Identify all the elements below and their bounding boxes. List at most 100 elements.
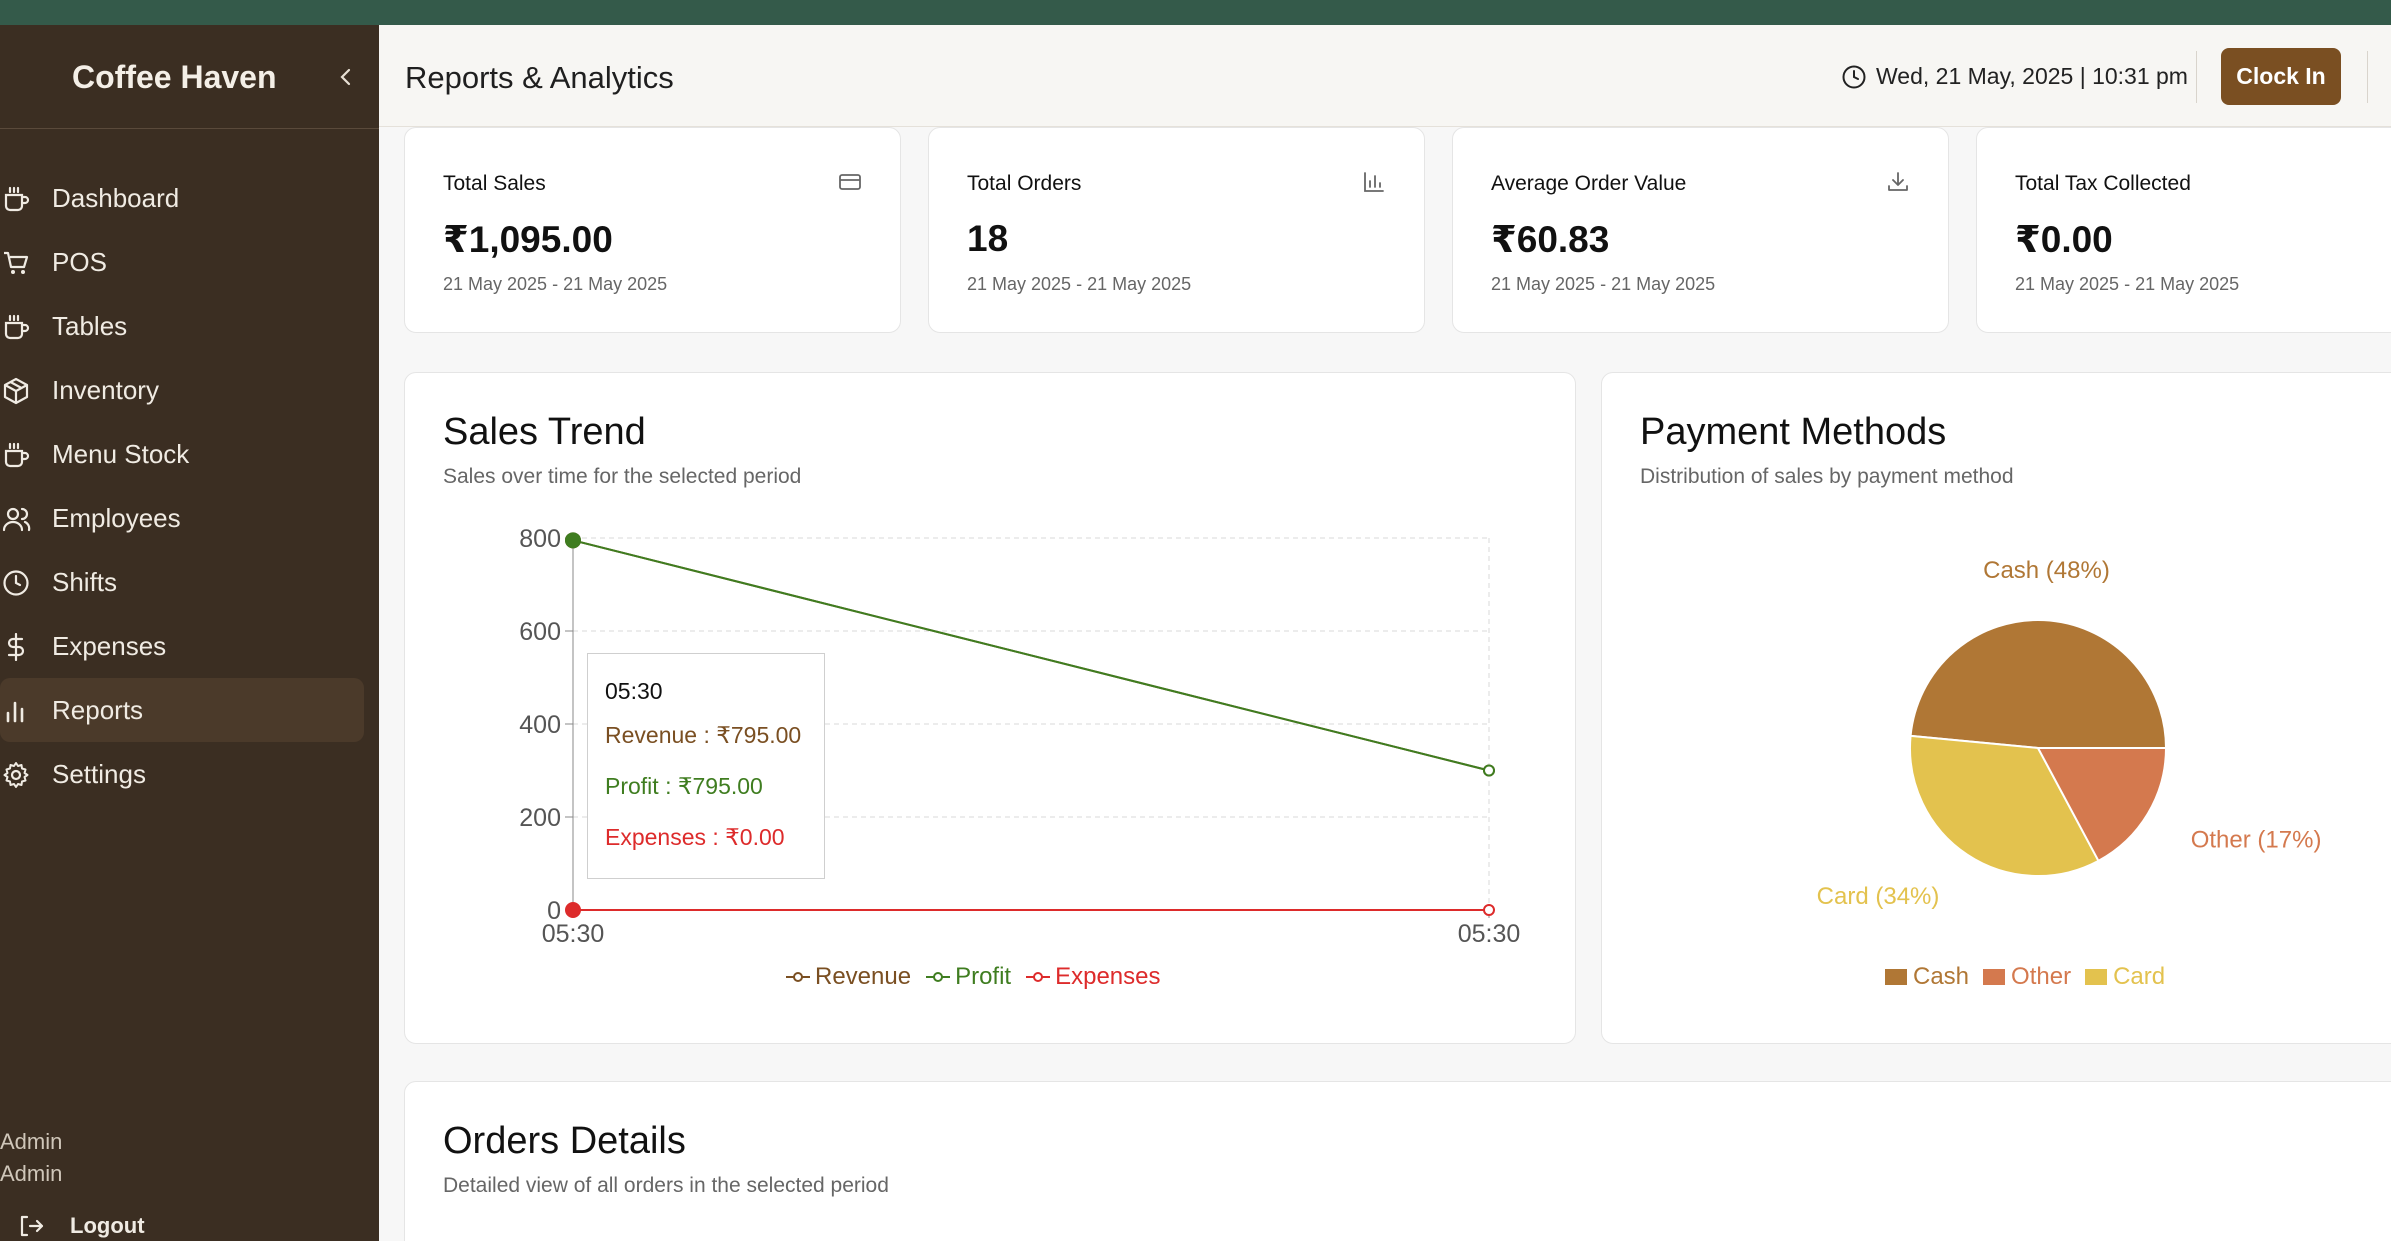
- users-icon: [2, 505, 32, 533]
- sidebar-item-inventory[interactable]: Inventory: [0, 358, 379, 422]
- pie-label-cash: Cash (48%): [1983, 557, 2110, 584]
- logout-icon: [18, 1214, 44, 1238]
- sidebar-item-label: Menu Stock: [52, 438, 190, 469]
- header-divider: [2196, 51, 2197, 103]
- tooltip-revenue: Revenue : ₹795.00: [605, 722, 802, 748]
- sidebar: Coffee Haven Dashboard POS Tables Invent…: [0, 25, 379, 1241]
- sales-trend-card: Sales Trend Sales over time for the sele…: [404, 372, 1576, 1044]
- sidebar-item-employees[interactable]: Employees: [0, 486, 379, 550]
- brand-title: Coffee Haven: [72, 59, 277, 95]
- clock-in-button[interactable]: Clock In: [2221, 48, 2341, 105]
- line-chart-legend: Revenue Profit Expenses: [785, 963, 1175, 991]
- stat-date-range: 21 May 2025 - 21 May 2025: [967, 274, 1192, 294]
- pie-chart-legend: Cash Other Card: [1885, 963, 2179, 991]
- pie-label-card: Card (34%): [1817, 883, 1940, 910]
- y-tick-label: 600: [519, 618, 561, 646]
- stat-date-range: 21 May 2025 - 21 May 2025: [443, 274, 668, 294]
- clock-icon: [2, 569, 32, 597]
- user-info: Admin Admin: [0, 1126, 62, 1190]
- tooltip-label: 05:30: [605, 678, 663, 704]
- credit-card-icon: [838, 170, 862, 194]
- x-tick-label: 05:30: [542, 920, 605, 948]
- sidebar-item-label: Expenses: [52, 630, 167, 661]
- download-icon: [1886, 170, 1910, 194]
- user-name: Admin: [0, 1129, 63, 1154]
- stat-card-total-tax: Total Tax Collected ₹0.00 21 May 2025 - …: [1976, 127, 2391, 333]
- legend-swatch-cash: [1885, 969, 1907, 985]
- sidebar-item-tables[interactable]: Tables: [0, 294, 379, 358]
- orders-details-card: Orders Details Detailed view of all orde…: [404, 1081, 2391, 1241]
- data-point-profit[interactable]: [565, 532, 581, 549]
- logout-label: Logout: [70, 1213, 145, 1238]
- stat-card-average-order-value: Average Order Value ₹60.83 21 May 2025 -…: [1452, 127, 1949, 333]
- legend-marker-revenue: [786, 972, 810, 982]
- legend-label: Other: [2011, 963, 2072, 990]
- sidebar-item-label: Employees: [52, 502, 181, 533]
- window-top-strip: [0, 0, 2391, 25]
- sidebar-item-dashboard[interactable]: Dashboard: [0, 166, 379, 230]
- sidebar-item-label: Reports: [52, 694, 144, 725]
- y-tick-label: 800: [519, 525, 561, 553]
- stat-date-range: 21 May 2025 - 21 May 2025: [1491, 274, 1716, 294]
- payment-methods-chart: Cash (48%) Card (34%) Other (17%): [1817, 557, 2322, 910]
- sidebar-brand: Coffee Haven: [0, 25, 379, 129]
- gear-icon: [2, 761, 32, 789]
- header-divider: [2367, 51, 2368, 103]
- data-point-profit[interactable]: [1483, 764, 1495, 777]
- tooltip-expenses: Expenses : ₹0.00: [605, 824, 785, 850]
- legend-label: Cash: [1913, 963, 1970, 990]
- data-point-expenses[interactable]: [565, 902, 581, 918]
- tooltip-profit: Profit : ₹795.00: [605, 773, 763, 799]
- stat-value: ₹0.00: [2015, 219, 2113, 260]
- sidebar-item-menu-stock[interactable]: Menu Stock: [0, 422, 379, 486]
- page-title: Reports & Analytics: [405, 60, 674, 95]
- stat-card-total-sales: Total Sales ₹1,095.00 21 May 2025 - 21 M…: [404, 127, 901, 333]
- sidebar-item-expenses[interactable]: Expenses: [0, 614, 379, 678]
- sidebar-nav: Dashboard POS Tables Inventory Menu Stoc…: [0, 166, 379, 806]
- stat-title: Total Sales: [443, 172, 546, 195]
- stat-value: 18: [967, 218, 1009, 259]
- sidebar-item-label: Dashboard: [52, 182, 180, 213]
- sales-trend-chart: 020040060080005:30 05:30: [519, 525, 1520, 948]
- dollar-icon: [2, 632, 32, 662]
- stat-title: Total Tax Collected: [2015, 172, 2191, 195]
- datetime-text: Wed, 21 May, 2025 | 10:31 pm: [1876, 63, 2188, 89]
- payment-methods-card: Payment Methods Distribution of sales by…: [1601, 372, 2391, 1044]
- legend-item-revenue[interactable]: Revenue: [785, 963, 911, 991]
- coffee-cup-icon: [2, 185, 32, 213]
- section-subtitle: Detailed view of all orders in the selec…: [443, 1174, 889, 1197]
- legend-swatch-other: [1983, 969, 2006, 985]
- legend-item-card[interactable]: Card: [2085, 963, 2165, 991]
- legend-marker-profit: [926, 972, 951, 982]
- sidebar-item-pos[interactable]: POS: [0, 230, 379, 294]
- sidebar-item-label: Settings: [52, 758, 146, 789]
- y-tick-label: 400: [519, 711, 561, 739]
- stat-title: Average Order Value: [1491, 172, 1687, 195]
- sidebar-item-settings[interactable]: Settings: [0, 742, 379, 806]
- pie-slice-cash[interactable]: [1909, 619, 2168, 749]
- pie-label-other: Other (17%): [2191, 826, 2322, 853]
- bar-chart-icon: [1362, 170, 1386, 194]
- legend-item-cash[interactable]: Cash: [1885, 963, 1969, 991]
- legend-label: Revenue: [815, 963, 912, 990]
- coffee-cup-icon: [2, 441, 32, 469]
- logout-button[interactable]: Logout: [18, 1213, 145, 1239]
- sidebar-item-shifts[interactable]: Shifts: [0, 550, 379, 614]
- legend-item-profit[interactable]: Profit: [925, 963, 1011, 991]
- data-point-expenses[interactable]: [1483, 904, 1495, 916]
- sidebar-item-label: Shifts: [52, 566, 118, 597]
- shopping-cart-icon: [2, 249, 32, 277]
- sidebar-item-reports[interactable]: Reports: [0, 678, 364, 742]
- y-tick-label: 200: [519, 804, 561, 832]
- chevron-left-icon[interactable]: [334, 65, 358, 89]
- coffee-cup-icon: [2, 313, 32, 341]
- section-title: Orders Details: [443, 1120, 686, 1162]
- legend-item-expenses[interactable]: Expenses: [1025, 963, 1161, 991]
- stat-date-range: 21 May 2025 - 21 May 2025: [2015, 274, 2240, 294]
- package-icon: [2, 377, 32, 405]
- current-datetime: Wed, 21 May, 2025 | 10:31 pm: [1841, 63, 2188, 90]
- legend-item-other[interactable]: Other: [1983, 963, 2071, 991]
- sidebar-item-label: Inventory: [52, 374, 159, 405]
- stat-title: Total Orders: [967, 172, 1082, 195]
- page-header: Reports & Analytics Wed, 21 May, 2025 | …: [379, 25, 2391, 127]
